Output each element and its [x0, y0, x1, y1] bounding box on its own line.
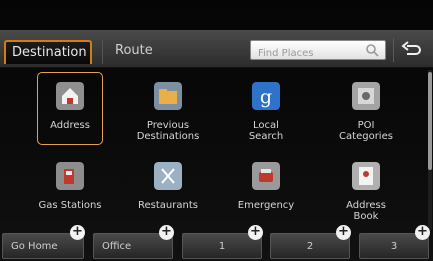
tile-gas-stations[interactable]: Gas Stations — [38, 162, 102, 211]
navigation-screen: Destination Route Address Previo — [0, 0, 433, 261]
fork-knife-icon — [154, 162, 182, 190]
favorite-2-button[interactable]: 2 + — [270, 225, 351, 259]
tile-local-search[interactable]: g Local Search — [234, 82, 298, 142]
back-arrow-icon — [401, 41, 421, 55]
scroll-thumb[interactable] — [428, 72, 432, 170]
favorite-3-label: 3 — [390, 241, 398, 252]
plus-icon: + — [70, 225, 85, 240]
search-icon[interactable] — [365, 43, 379, 57]
tab-destination[interactable]: Destination — [4, 40, 92, 64]
office-button[interactable]: Office + — [93, 225, 174, 259]
svg-text:g: g — [260, 86, 272, 108]
tab-route[interactable]: Route — [102, 40, 182, 64]
gas-pump-icon — [56, 162, 84, 190]
tile-label: Emergency — [237, 200, 295, 211]
tile-label: POI Categories — [339, 120, 393, 142]
tile-label: Local Search — [248, 120, 284, 142]
favorite-1-label: 1 — [218, 241, 226, 252]
back-button[interactable] — [393, 38, 427, 62]
tile-label: Address — [50, 120, 90, 131]
tab-route-label: Route — [115, 43, 153, 58]
google-icon: g — [252, 82, 280, 110]
tile-restaurants[interactable]: Restaurants — [136, 162, 200, 211]
tile-label: Address Book — [346, 200, 386, 222]
tile-label: Previous Destinations — [136, 120, 200, 142]
poi-icon — [352, 82, 380, 110]
go-home-button[interactable]: Go Home + — [2, 225, 85, 259]
scrollbar[interactable] — [428, 70, 432, 230]
tile-previous-destinations[interactable]: Previous Destinations — [136, 82, 200, 142]
emergency-light-icon — [252, 162, 280, 190]
tile-label: Gas Stations — [38, 200, 102, 211]
address-book-icon — [352, 162, 380, 190]
favorite-1-button[interactable]: 1 + — [182, 225, 263, 259]
folder-flag-icon — [154, 82, 182, 110]
favorite-2-label: 2 — [306, 241, 314, 252]
go-home-label: Go Home — [11, 241, 58, 252]
plus-icon: + — [415, 225, 430, 240]
house-icon — [56, 82, 84, 110]
tile-label: Restaurants — [138, 200, 198, 211]
favorite-3-button[interactable]: 3 + — [359, 225, 430, 259]
plus-icon: + — [248, 225, 263, 240]
tile-emergency[interactable]: Emergency — [234, 162, 298, 211]
search-box[interactable] — [250, 40, 386, 63]
plus-icon: + — [336, 225, 351, 240]
plus-icon: + — [159, 225, 174, 240]
tile-poi-categories[interactable]: POI Categories — [334, 82, 398, 142]
tab-destination-label: Destination — [12, 45, 87, 60]
search-input[interactable] — [251, 44, 363, 63]
tile-address[interactable]: Address — [38, 82, 102, 131]
office-label: Office — [102, 241, 132, 252]
tile-address-book[interactable]: Address Book — [334, 162, 398, 222]
